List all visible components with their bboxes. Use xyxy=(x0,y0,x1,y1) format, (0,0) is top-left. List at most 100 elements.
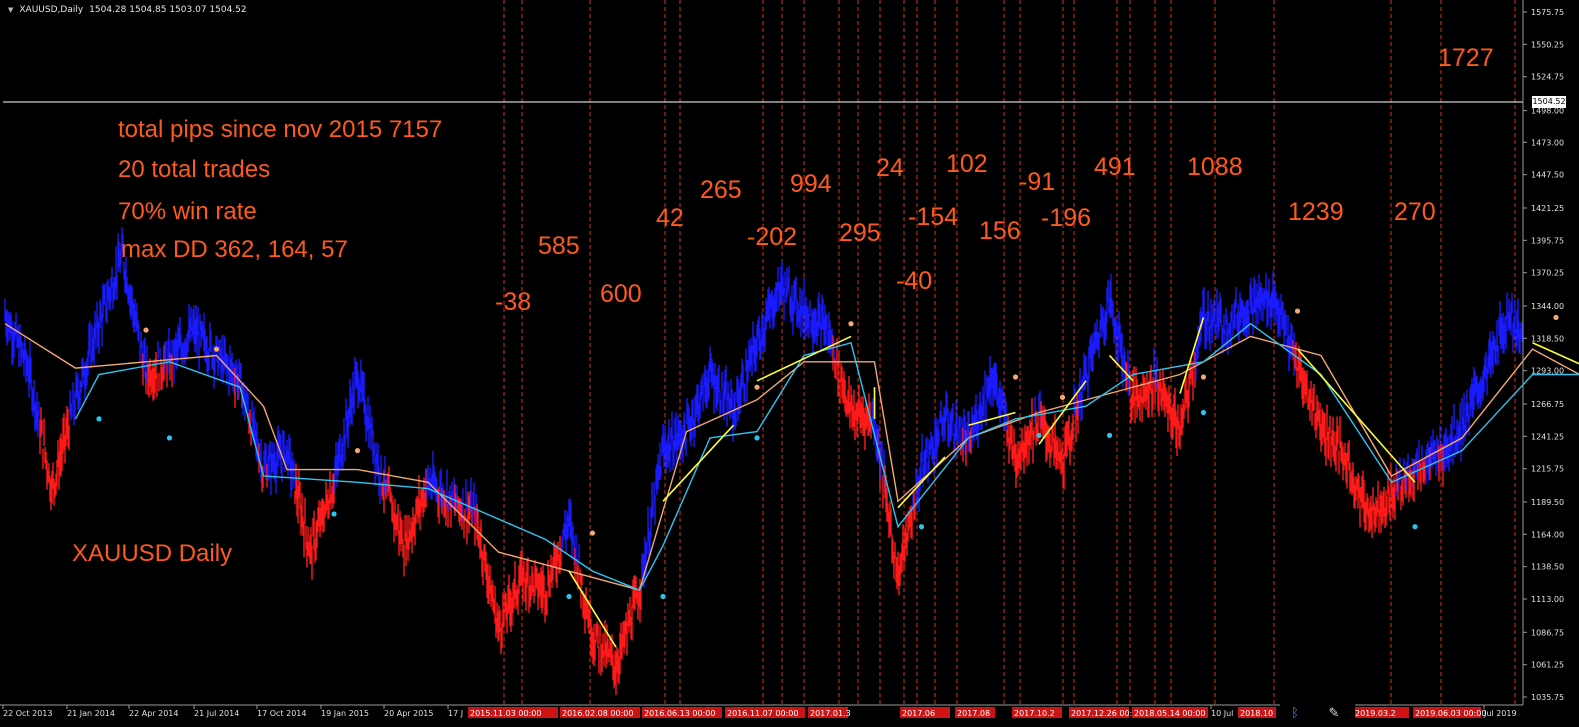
signal-dot xyxy=(754,435,760,441)
total-pips-note: total pips since nov 2015 7157 xyxy=(118,116,443,143)
trade-result: -154 xyxy=(908,203,959,231)
trade-date-tag-label: 2016.11.07 00:00 xyxy=(727,709,798,718)
trade-date-tag-label: 2018.05.14 00:00 xyxy=(1134,709,1205,718)
signal-dot xyxy=(1012,374,1019,380)
trade-result: -202 xyxy=(747,223,798,251)
time-tick-label: 20 Apr 2015 xyxy=(384,709,433,718)
signal-dot xyxy=(754,384,760,390)
chart-header: ▼ XAUUSD,Daily 1504.28 1504.85 1503.07 1… xyxy=(8,3,247,17)
trade-result: 491 xyxy=(1094,153,1136,181)
price-tick-label: 1138.50 xyxy=(1531,563,1564,572)
signal-dot xyxy=(166,435,173,441)
signal-dot xyxy=(589,530,596,536)
signal-dot xyxy=(143,327,149,333)
price-tick-label: 1215.75 xyxy=(1531,465,1564,474)
trade-date-tag-label: 2017.10.2 xyxy=(1014,709,1055,718)
signal-dot xyxy=(1553,314,1559,320)
signal-dot xyxy=(331,511,337,517)
price-tick-label: 1524.75 xyxy=(1531,73,1564,82)
trade-date-tag-label: 2017.06 xyxy=(902,709,935,718)
price-tick-label: 1421.25 xyxy=(1531,204,1564,213)
price-tick-label: 1189.50 xyxy=(1531,498,1564,507)
signal-dot xyxy=(354,447,361,454)
current-price-tag: 1504.52 xyxy=(1532,96,1566,108)
trade-result: -196 xyxy=(1041,204,1092,232)
time-tick-label: 22 Apr 2014 xyxy=(129,709,178,718)
trade-result: 994 xyxy=(790,170,832,198)
trade-result: 295 xyxy=(839,219,881,247)
trade-result: 156 xyxy=(979,217,1021,245)
trade-result: 585 xyxy=(538,232,580,260)
trade-result: 24 xyxy=(876,154,904,182)
trade-date-tag-label: 2016.02.08 00:00 xyxy=(562,709,633,718)
trade-result: 102 xyxy=(946,150,988,178)
price-tick-label: 1035.75 xyxy=(1531,693,1564,702)
time-tick-label: 21 Jan 2014 xyxy=(67,709,115,718)
chart-background xyxy=(0,0,1579,727)
signal-dot xyxy=(1200,409,1207,416)
price-tick-label: 1447.50 xyxy=(1531,171,1564,180)
time-tick-label: 17 J xyxy=(448,709,463,718)
ohlc-values: 1504.28 1504.85 1503.07 1504.52 xyxy=(89,5,247,15)
trade-date-tag-label: 2017.08 xyxy=(957,709,990,718)
trade-result: 1239 xyxy=(1288,198,1344,226)
win-rate-note: 70% win rate xyxy=(118,198,257,225)
time-tick-label: 21 Jul 2014 xyxy=(194,709,239,718)
trade-date-tag-label: 2015.11.03 00:00 xyxy=(470,709,541,718)
price-tick-label: 1293.00 xyxy=(1531,367,1564,376)
total-trades-note: 20 total trades xyxy=(118,156,271,183)
price-tick-label: 1575.75 xyxy=(1531,8,1564,17)
pen-workspace-icon[interactable]: ✎ xyxy=(1326,706,1342,722)
trade-date-tag-label: 2018.10 xyxy=(1240,709,1273,718)
price-tick-label: 1395.75 xyxy=(1531,236,1564,245)
trade-result: -40 xyxy=(896,267,933,295)
trade-date-tag-label: 2016.06.13 00:00 xyxy=(644,709,715,718)
max-drawdown-note: max DD 362, 164, 57 xyxy=(121,236,348,263)
time-tick-label: 19 Jan 2015 xyxy=(321,709,369,718)
collapse-triangle-icon[interactable]: ▼ xyxy=(8,3,13,17)
time-tick-label: 10 Jul xyxy=(1211,709,1233,718)
trade-result: 265 xyxy=(700,176,742,204)
price-tick-label: 1061.25 xyxy=(1531,661,1564,670)
signal-dot xyxy=(1294,308,1301,314)
time-tick-label: 17 Oct 2014 xyxy=(257,709,306,718)
signal-dot xyxy=(1059,394,1066,400)
trade-date-tag-label: 2017.01.3 xyxy=(810,709,851,718)
trade-date-tag-label: 2019.03.2 xyxy=(1355,709,1396,718)
trade-date-tag-label: 2017.12.26 00:00 xyxy=(1071,709,1142,718)
bluetooth-icon[interactable]: ᛒ xyxy=(1287,706,1303,722)
price-chart[interactable]: 1575.751550.251524.751498.001473.001447.… xyxy=(0,0,1579,727)
price-tick-label: 1550.25 xyxy=(1531,40,1564,49)
trade-result: 42 xyxy=(656,204,684,232)
symbol-label: XAUUSD,Daily xyxy=(19,5,84,15)
signal-dot xyxy=(848,321,854,327)
signal-dot xyxy=(1200,374,1207,380)
price-tick-label: 1086.75 xyxy=(1531,628,1564,637)
price-tick-label: 1344.00 xyxy=(1531,302,1564,311)
trade-result: 1727 xyxy=(1438,44,1494,72)
trade-result: -38 xyxy=(495,288,532,316)
price-tick-label: 1318.50 xyxy=(1531,334,1564,343)
trade-result: 600 xyxy=(600,280,642,308)
time-tick-label: Jul 2019 xyxy=(1483,709,1517,718)
trade-date-tag-label: 2019.06.03 00:00 xyxy=(1415,709,1486,718)
price-tick-label: 1266.75 xyxy=(1531,400,1564,409)
signal-dot xyxy=(566,593,572,600)
signal-dot xyxy=(918,524,925,530)
price-tick-label: 1241.25 xyxy=(1531,432,1564,441)
price-tick-label: 1473.00 xyxy=(1531,138,1564,147)
signal-dot xyxy=(1106,432,1113,438)
signal-dot xyxy=(96,416,102,422)
price-tick-label: 1164.00 xyxy=(1531,530,1564,539)
signal-dot xyxy=(1036,432,1042,438)
signal-dot xyxy=(213,346,220,352)
trade-result: -91 xyxy=(1019,168,1056,196)
price-tick-label: 1370.25 xyxy=(1531,269,1564,278)
time-tick-label: 22 Oct 2013 xyxy=(3,709,52,718)
instrument-note: XAUUSD Daily xyxy=(72,540,233,567)
trade-result: 1088 xyxy=(1187,153,1243,181)
trade-result: 270 xyxy=(1394,198,1436,226)
signal-dot xyxy=(660,593,666,600)
signal-dot xyxy=(1412,524,1418,530)
price-tick-label: 1113.00 xyxy=(1531,595,1564,604)
